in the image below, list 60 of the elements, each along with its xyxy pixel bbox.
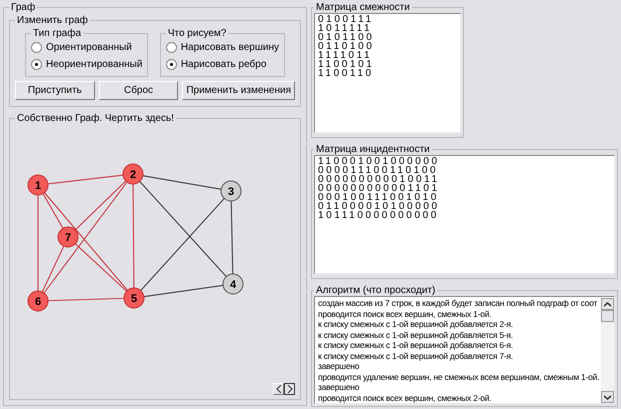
- log-line: проводится поиск всех вершин, смежных 2-ой.: [318, 392, 492, 403]
- log-line: создан массив из 7 строк, в каждой будет записан полный подграф от соот: [318, 298, 598, 308]
- matrix-row: 0101100: [318, 33, 374, 42]
- scroll-right-button[interactable]: [284, 383, 295, 395]
- chevron-down-icon: [604, 394, 611, 400]
- log-line: к списку смежных с 1-ой вершиной добавляется 7-я.: [318, 350, 513, 361]
- log-line: к списку смежных с 1-ой вершиной добавляется 5-я.: [318, 330, 513, 340]
- vertical-scrollbar[interactable]: [601, 298, 614, 403]
- matrix-row: 1100101: [318, 60, 374, 69]
- log-line: к списку смежных с 1-ой вершиной добавляется 6-я.: [318, 340, 513, 350]
- action-button[interactable]: Сброс: [98, 81, 178, 100]
- group-title: Матрица смежности: [315, 2, 411, 13]
- matrix-row: 0100111: [318, 15, 374, 24]
- graph-node[interactable]: 3: [220, 180, 242, 202]
- radio-option[interactable]: Ориентированный: [31, 39, 142, 56]
- graph-node[interactable]: 2: [122, 164, 144, 184]
- chevron-left-icon: [276, 385, 282, 393]
- matrix-row: 0110100: [318, 42, 374, 51]
- radio-button[interactable]: [31, 59, 42, 70]
- chevron-up-icon: [604, 302, 611, 306]
- group-title: Матрица инцидентности: [315, 144, 431, 155]
- matrix-row: 110001001000000: [318, 156, 440, 166]
- graph-node[interactable]: 4: [222, 274, 244, 294]
- radio-button[interactable]: [31, 42, 42, 53]
- group-title: Что рисуем?: [166, 28, 228, 39]
- scrollbar-thumb[interactable]: [601, 310, 614, 322]
- matrix-row: 1011111: [318, 24, 372, 33]
- group-title: Алгоритм (что просходит): [315, 285, 436, 296]
- matrix-row: 000000000010011: [318, 174, 440, 184]
- matrix-row: 1111011: [318, 51, 372, 60]
- group-title: Собственно Граф. Чертить здесь!: [16, 113, 175, 124]
- group-title: Изменить граф: [16, 15, 89, 26]
- graph-node[interactable]: 7: [58, 226, 78, 248]
- matrix-row: 000011100110100: [318, 166, 438, 175]
- radio-option[interactable]: Неориентированный: [31, 56, 142, 73]
- chevron-right-icon: [286, 385, 292, 393]
- matrix-row: 011000010100000: [318, 202, 440, 211]
- graph-node[interactable]: 6: [28, 290, 48, 312]
- action-button[interactable]: Приступить: [15, 81, 95, 100]
- group-title: Граф: [10, 2, 36, 13]
- action-button[interactable]: Применить изменения: [182, 81, 296, 100]
- matrix-row: 101110000000000: [318, 210, 439, 220]
- log-line: к списку смежных с 1-ой вершиной добавляется 2-я.: [318, 319, 513, 330]
- graph-node[interactable]: 1: [28, 174, 48, 196]
- radio-option[interactable]: Нарисовать ребро: [166, 56, 279, 73]
- matrix-text-area[interactable]: 110001001000000 000011100110100 000000000010011 000000000001101 000100111001010 011000010100000 101110000000000: [314, 154, 615, 274]
- graph-node[interactable]: 5: [124, 288, 144, 308]
- matrix-row: 000100111001010: [318, 192, 439, 202]
- log-line: завершено: [318, 382, 360, 392]
- log-line: проводится удаление вершин, не смежных всем вершинам, смежным 1-ой.: [318, 372, 600, 382]
- log-line: проводится поиск всех вершин, смежных 1-ой.: [318, 308, 492, 319]
- radio-option[interactable]: Нарисовать вершину: [166, 39, 279, 56]
- radio-button[interactable]: [166, 42, 177, 53]
- group-title: Тип графа: [32, 28, 82, 39]
- scroll-left-button[interactable]: [273, 383, 284, 395]
- matrix-row: 1100110: [318, 69, 374, 78]
- matrix-text-area[interactable]: 0100111 1011111 0101100 0110100 1111011 1100101 1100110: [314, 13, 461, 133]
- radio-button[interactable]: [166, 59, 177, 70]
- log-line: завершено: [318, 361, 360, 372]
- matrix-row: 000000000001101: [318, 184, 440, 193]
